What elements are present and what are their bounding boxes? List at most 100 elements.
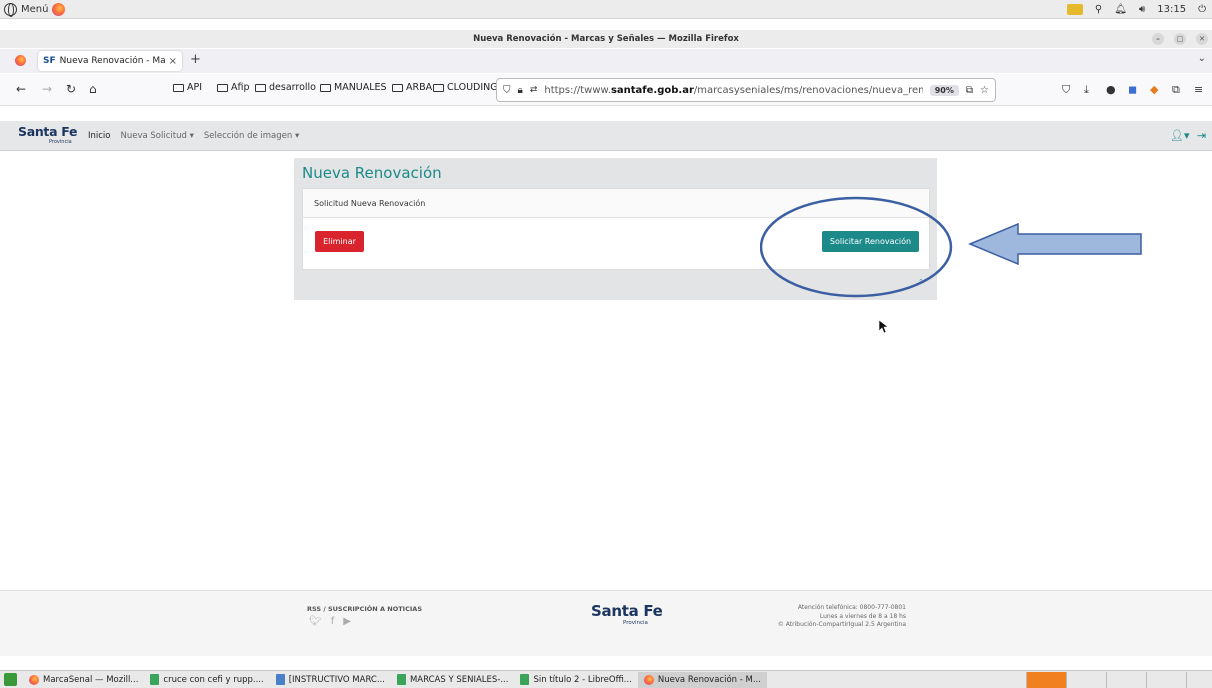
- footer-logo[interactable]: Santa Fe Provincia: [591, 602, 663, 626]
- notifications-icon[interactable]: 🔔︎: [1114, 4, 1127, 15]
- home-icon[interactable]: ⌂: [89, 82, 97, 96]
- nav-seleccion-imagen[interactable]: Selección de imagen ▾: [204, 131, 299, 141]
- translate-icon[interactable]: ⧉: [966, 85, 973, 96]
- back-icon[interactable]: ←: [16, 82, 26, 96]
- document-icon: [275, 674, 285, 685]
- permissions-icon[interactable]: ⇄: [530, 85, 538, 95]
- extensions-puzzle-icon[interactable]: ⧉: [1172, 83, 1180, 97]
- volume-icon[interactable]: 🔊︎: [1139, 4, 1145, 15]
- extension-icon[interactable]: ●: [1106, 83, 1116, 96]
- cc-icon: ©: [777, 621, 784, 628]
- os-menu-label: Menú: [21, 3, 49, 15]
- navigation-toolbar: ← → ↻ ⌂ API Afip desarrollo MANUALES ARB…: [0, 74, 1212, 106]
- tray-network-icon[interactable]: ⚲: [1095, 4, 1102, 15]
- bookmark-afip[interactable]: Afip: [217, 82, 250, 93]
- maximize-icon[interactable]: □: [1174, 33, 1186, 45]
- folder-icon: [217, 83, 228, 92]
- workspace-3[interactable]: [1106, 672, 1146, 688]
- taskbar-item[interactable]: [INSTRUCTIVO MARC...: [270, 672, 391, 688]
- bookmark-arba[interactable]: ARBA: [392, 82, 432, 93]
- firefox-view-icon[interactable]: [15, 55, 26, 66]
- footer-contact: Atención telefónica: 0800-777-0801 Lunes…: [700, 604, 906, 630]
- footer-license[interactable]: © Atribución-CompartirIgual 2.5 Argentin…: [700, 621, 906, 630]
- workspace-1[interactable]: [1026, 672, 1066, 688]
- firefox-icon: [643, 674, 654, 685]
- os-top-panel: Menú ⚲ 🔔︎ 🔊︎ 13:15 ⏻: [0, 0, 1212, 19]
- folder-icon: [173, 83, 184, 92]
- reload-icon[interactable]: ↻: [66, 82, 76, 96]
- site-footer: RSS / SUSCRIPCIÓN A NOTICIAS 🐦︎ f ▶ Sant…: [0, 590, 1212, 656]
- pocket-icon[interactable]: ⛉: [1062, 83, 1070, 97]
- app-menu-icon[interactable]: ≡: [1194, 83, 1203, 96]
- taskbar-item[interactable]: MARCAS Y SENIALES-...: [391, 672, 515, 688]
- nav-inicio[interactable]: Inicio: [88, 131, 111, 141]
- close-window-icon[interactable]: ✕: [1196, 33, 1208, 45]
- facebook-icon[interactable]: f: [331, 616, 335, 627]
- tray-app-icon[interactable]: [1066, 3, 1083, 15]
- start-menu-icon[interactable]: [4, 673, 17, 686]
- folder-icon: [255, 83, 266, 92]
- window-title: Nueva Renovación - Marcas y Señales — Mo…: [473, 34, 739, 44]
- bookmark-label: ARBA: [406, 82, 433, 93]
- firefox-launcher-icon[interactable]: [52, 2, 66, 16]
- tab-favicon: SF: [43, 56, 56, 66]
- downloads-icon[interactable]: ⤓: [1084, 83, 1089, 97]
- bookmark-label: Afip: [231, 82, 250, 93]
- site-nav: Inicio Nueva Solicitud ▾ Selección de im…: [88, 131, 299, 141]
- tab-title: Nueva Renovación - Marc: [59, 56, 165, 66]
- metamask-icon[interactable]: ◆: [1150, 83, 1158, 96]
- minimize-icon[interactable]: –: [1152, 33, 1164, 45]
- bookmark-label: desarrollo: [269, 82, 316, 93]
- pointer-arrow: [968, 222, 1142, 266]
- url-bar[interactable]: ⛉ 🔒︎ ⇄ https://twww.santafe.gob.ar/marca…: [496, 78, 996, 102]
- folder-icon: [320, 83, 331, 92]
- folder-icon: [433, 83, 444, 92]
- new-tab-button[interactable]: +: [190, 52, 201, 67]
- spreadsheet-icon: [150, 674, 160, 685]
- tab-nueva-renovacion[interactable]: SF Nueva Renovación - Marc ×: [38, 51, 182, 71]
- bookmark-manuales[interactable]: MANUALES: [320, 82, 387, 93]
- os-menu-button[interactable]: Menú: [0, 2, 66, 17]
- spreadsheet-icon: [520, 674, 530, 685]
- rss-link[interactable]: RSS / SUSCRIPCIÓN A NOTICIAS: [307, 605, 422, 613]
- taskbar-item[interactable]: cruce con cefi y rupp....: [144, 672, 269, 688]
- nav-nueva-solicitud[interactable]: Nueva Solicitud ▾: [121, 131, 194, 141]
- bookmark-api[interactable]: API: [173, 82, 202, 93]
- workspace-2[interactable]: [1066, 672, 1106, 688]
- delete-button[interactable]: Eliminar: [315, 231, 364, 252]
- taskbar-item-active[interactable]: Nueva Renovación - M...: [637, 671, 767, 688]
- spreadsheet-icon: [396, 674, 406, 685]
- tab-close-icon[interactable]: ×: [169, 56, 177, 67]
- taskbar-item[interactable]: Sin título 2 - LibreOffi...: [514, 672, 637, 688]
- bookmark-label: MANUALES: [334, 82, 387, 93]
- os-menu-icon: [4, 2, 17, 17]
- workspace-4[interactable]: [1146, 672, 1186, 688]
- taskbar-item[interactable]: MarcaSenal — Mozill...: [23, 672, 144, 688]
- lock-icon[interactable]: 🔒︎: [518, 85, 523, 96]
- workspace-switcher[interactable]: [1026, 672, 1212, 688]
- bookmark-star-icon[interactable]: ☆: [980, 85, 989, 96]
- twitter-icon[interactable]: 🐦︎: [309, 616, 322, 627]
- tracking-shield-icon[interactable]: ⛉: [503, 85, 511, 96]
- list-tabs-chevron-icon[interactable]: ⌄: [1198, 53, 1206, 64]
- translate-extension-icon[interactable]: ◼: [1128, 83, 1137, 96]
- power-icon[interactable]: ⏻: [1198, 4, 1206, 15]
- user-menu-icon[interactable]: 👤︎▾: [1170, 129, 1190, 142]
- zoom-level[interactable]: 90%: [929, 84, 959, 96]
- bookmark-label: API: [187, 82, 203, 93]
- bookmark-desarrollo[interactable]: desarrollo: [255, 82, 316, 93]
- show-desktop[interactable]: [1186, 672, 1212, 688]
- url-text[interactable]: https://twww.santafe.gob.ar/marcasysenia…: [544, 85, 922, 96]
- footer-logo-subtext: Provincia: [623, 620, 648, 626]
- footer-hours: Lunes a viernes de 8 a 18 hs: [819, 612, 906, 620]
- page-title: Nueva Renovación: [302, 164, 442, 182]
- logo-subtext: Provincia: [49, 139, 72, 145]
- youtube-icon[interactable]: ▶: [343, 616, 351, 627]
- window-titlebar: Nueva Renovación - Marcas y Señales — Mo…: [0, 30, 1212, 48]
- clock[interactable]: 13:15: [1157, 4, 1186, 15]
- mouse-cursor-icon: [879, 320, 889, 334]
- forward-icon[interactable]: →: [42, 82, 52, 96]
- annotation-overlay: [760, 196, 1142, 298]
- logout-icon[interactable]: ⇥: [1197, 129, 1206, 142]
- santa-fe-logo[interactable]: Santa Fe Provincia: [18, 124, 78, 145]
